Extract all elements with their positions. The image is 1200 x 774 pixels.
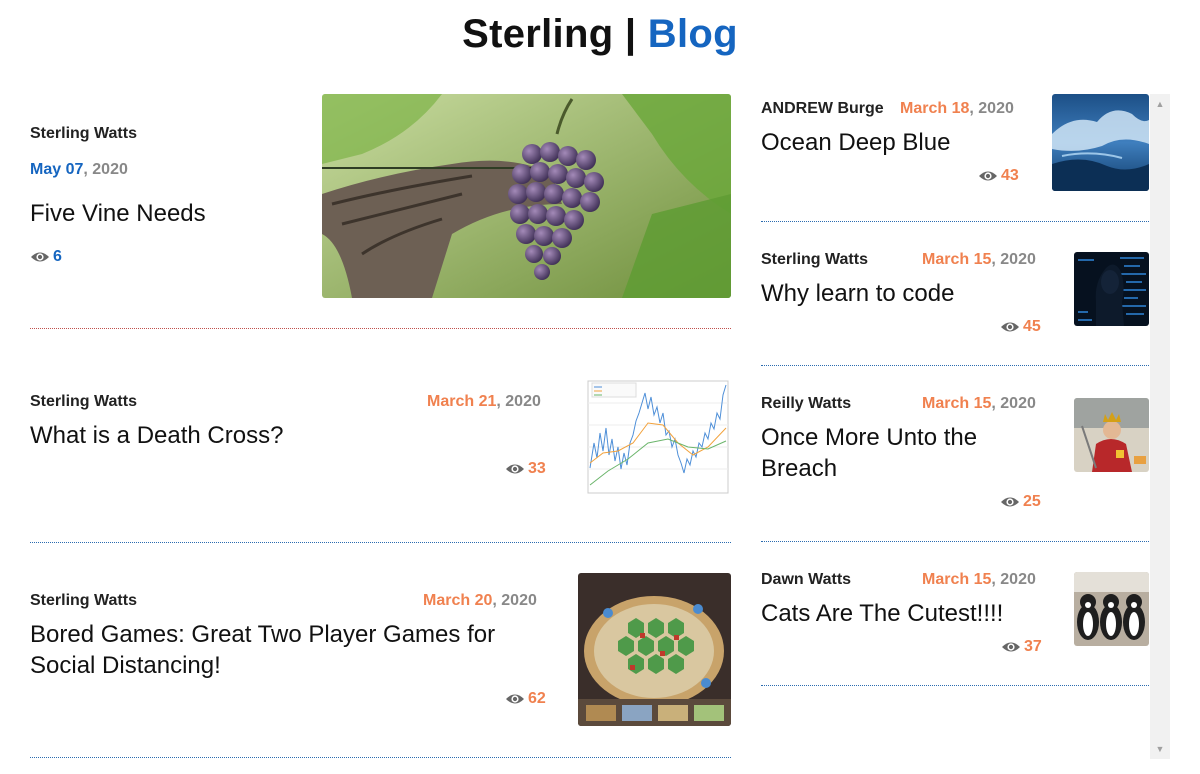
post-date: March 21, 2020 <box>427 393 541 410</box>
post-title[interactable]: Once More Unto the Breach <box>761 422 1051 484</box>
hacker-code-photo[interactable] <box>1074 252 1149 326</box>
eye-icon <box>979 171 997 181</box>
post-divider <box>761 221 1149 222</box>
post-author[interactable]: Sterling Watts <box>30 393 137 411</box>
post-title[interactable]: Bored Games: Great Two Player Games for … <box>30 619 560 681</box>
post-divider <box>761 365 1149 366</box>
ocean-wave-photo[interactable] <box>1052 94 1149 191</box>
eye-icon <box>506 464 524 474</box>
site-title[interactable]: Sterling | Blog <box>0 12 1200 57</box>
grapes-on-vine-photo[interactable] <box>322 94 731 298</box>
right-column-scrollbar[interactable]: ▲ ▼ <box>1150 94 1170 759</box>
post-author[interactable]: Sterling Watts <box>30 125 137 143</box>
eye-icon <box>1002 642 1020 652</box>
post-title[interactable]: Ocean Deep Blue <box>761 127 1041 158</box>
board-game-photo[interactable] <box>578 573 731 726</box>
post-author[interactable]: Sterling Watts <box>761 251 868 269</box>
cats-photo[interactable] <box>1074 572 1149 646</box>
post-divider <box>30 542 731 543</box>
eye-icon <box>1001 497 1019 507</box>
scroll-up-arrow[interactable]: ▲ <box>1150 96 1170 112</box>
eye-icon <box>1001 322 1019 332</box>
post-date: March 20, 2020 <box>423 592 537 609</box>
post-views: 37 <box>1001 638 1042 656</box>
post-views: 43 <box>978 167 1019 185</box>
post-date: March 15, 2020 <box>922 395 1036 412</box>
scroll-down-arrow[interactable]: ▼ <box>1150 741 1170 757</box>
post-author[interactable]: Sterling Watts <box>30 592 137 610</box>
post-divider <box>30 328 731 329</box>
post-views: 33 <box>505 460 546 478</box>
post-date: March 15, 2020 <box>922 571 1036 588</box>
post-date: March 18, 2020 <box>900 100 1014 117</box>
site-brand: Sterling <box>462 12 614 56</box>
title-separator: | <box>624 12 637 56</box>
post-title[interactable]: What is a Death Cross? <box>30 420 550 451</box>
post-title[interactable]: Why learn to code <box>761 278 1061 309</box>
post-title[interactable]: Five Vine Needs <box>30 198 310 229</box>
post-divider <box>761 685 1149 686</box>
eye-icon <box>506 694 524 704</box>
post-views: 25 <box>1000 493 1041 511</box>
post-divider <box>761 541 1149 542</box>
post-date: March 15, 2020 <box>922 251 1036 268</box>
eye-icon <box>31 252 49 262</box>
post-date: May 07, 2020 <box>30 161 128 178</box>
site-section: Blog <box>647 12 738 56</box>
post-divider <box>30 757 731 758</box>
post-views: 62 <box>505 690 546 708</box>
post-views: 45 <box>1000 318 1041 336</box>
post-views: 6 <box>30 248 62 266</box>
stock-price-chart-thumbnail[interactable] <box>578 373 731 503</box>
post-author[interactable]: ANDREW Burge <box>761 100 884 118</box>
post-author[interactable]: Reilly Watts <box>761 395 851 413</box>
king-costume-photo[interactable] <box>1074 398 1149 472</box>
post-author[interactable]: Dawn Watts <box>761 571 851 589</box>
post-title[interactable]: Cats Are The Cutest!!!! <box>761 598 1051 629</box>
